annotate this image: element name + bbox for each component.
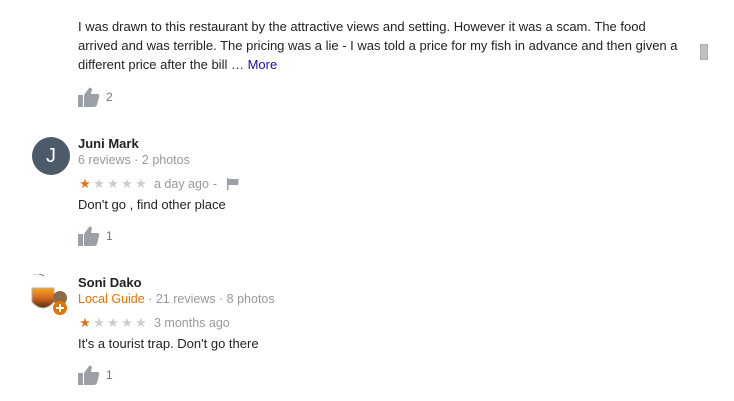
star-icon: ★ — [121, 176, 133, 191]
avatar[interactable]: J — [32, 137, 70, 175]
flag-icon[interactable] — [227, 178, 239, 190]
like-button[interactable]: 2 — [78, 86, 113, 108]
star-icon: ★ — [135, 315, 147, 330]
star-icon: ★ — [93, 315, 105, 330]
like-count: 1 — [106, 229, 113, 243]
like-count: 2 — [106, 90, 113, 104]
star-icon: ★ — [135, 176, 147, 191]
more-link[interactable]: More — [248, 57, 278, 72]
reviewer-name[interactable]: Soni Dako — [78, 275, 142, 290]
avatar[interactable] — [30, 274, 74, 318]
thumbs-up-icon — [78, 226, 100, 246]
reviewer-name[interactable]: Juni Mark — [78, 136, 139, 151]
thumbs-up-icon — [78, 87, 100, 107]
review-text: It's a tourist trap. Don't go there — [78, 336, 259, 351]
scrollbar-thumb[interactable] — [700, 44, 708, 60]
star-rating: ★ ★ ★ ★ ★ — [78, 316, 148, 330]
star-rating: ★ ★ ★ ★ ★ — [78, 177, 148, 191]
separator: - — [212, 177, 218, 191]
local-guide-label[interactable]: Local Guide — [78, 292, 145, 306]
reviewer-meta: 6 reviews · 2 photos — [78, 153, 190, 167]
star-icon: ★ — [121, 315, 133, 330]
review-body: I was drawn to this restaurant by the at… — [78, 19, 678, 72]
reviewer-meta: Local Guide · 21 reviews · 8 photos — [78, 292, 275, 306]
review-time: a day ago — [154, 177, 209, 191]
like-button[interactable]: 1 — [78, 225, 113, 247]
star-icon: ★ — [107, 315, 119, 330]
review-text: Don't go , find other place — [78, 197, 226, 212]
review-time: 3 months ago — [154, 316, 230, 330]
star-icon: ★ — [79, 176, 91, 191]
rating-row: ★ ★ ★ ★ ★ 3 months ago — [78, 315, 230, 331]
like-button[interactable]: 1 — [78, 364, 113, 386]
star-icon: ★ — [107, 176, 119, 191]
rating-row: ★ ★ ★ ★ ★ a day ago - — [78, 176, 239, 192]
review-text: I was drawn to this restaurant by the at… — [78, 17, 688, 74]
thumbs-up-icon — [78, 365, 100, 385]
ellipsis: … — [230, 57, 244, 72]
reviewer-stats: · 21 reviews · 8 photos — [144, 292, 275, 306]
star-icon: ★ — [79, 315, 91, 330]
star-icon: ★ — [93, 176, 105, 191]
like-count: 1 — [106, 368, 113, 382]
